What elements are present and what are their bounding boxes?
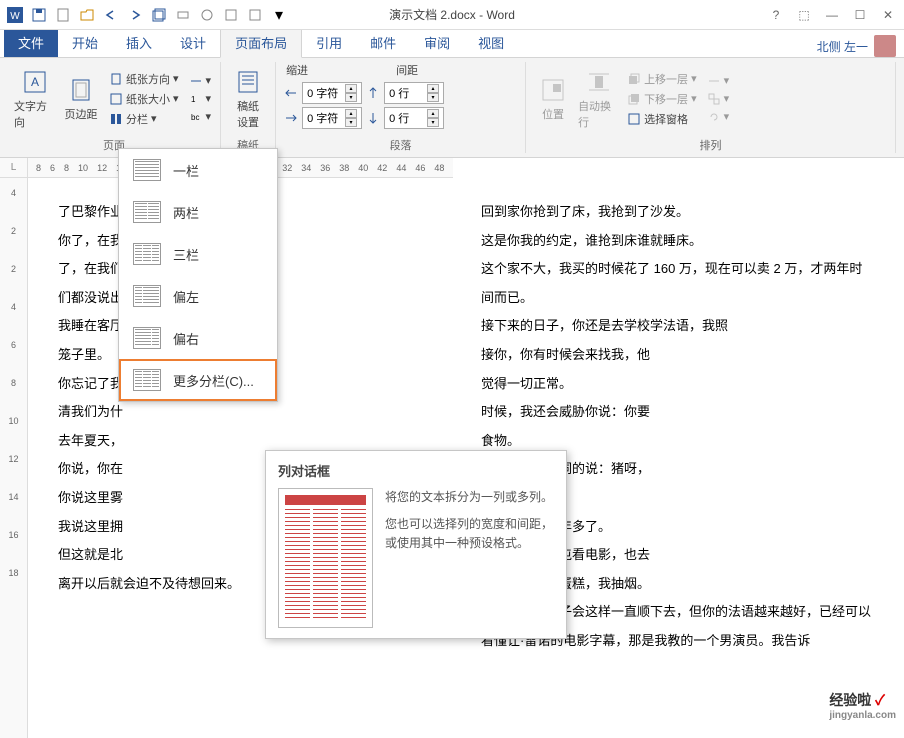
indent-left-input[interactable]: 0 字符▴▾ — [302, 82, 362, 104]
avatar[interactable] — [874, 35, 896, 57]
qat-item2-icon[interactable] — [244, 4, 266, 26]
indent-left-icon — [284, 86, 298, 100]
help-icon[interactable]: ? — [764, 5, 788, 25]
bring-forward-button[interactable]: 上移一层 ▾ — [624, 70, 700, 88]
quick-access-toolbar: W ▾ — [4, 4, 290, 26]
svg-text:W: W — [10, 11, 20, 22]
size-button[interactable]: 纸张大小 ▾ — [106, 90, 182, 108]
tab-view[interactable]: 视图 — [464, 28, 518, 57]
indent-label: 缩进 — [286, 62, 308, 78]
tab-review[interactable]: 审阅 — [410, 28, 464, 57]
spinner-up[interactable]: ▴ — [427, 84, 439, 93]
margins-button[interactable]: 页边距 — [60, 62, 102, 135]
tab-references[interactable]: 引用 — [302, 28, 356, 57]
qat-more-icon[interactable] — [196, 4, 218, 26]
selection-pane-button[interactable]: 选择窗格 — [624, 110, 700, 128]
spacing-before-icon — [366, 86, 380, 100]
ribbon-tabs: 文件 开始 插入 设计 页面布局 引用 邮件 审阅 视图 北侧 左一 — [0, 30, 904, 58]
hyphenation-button[interactable]: bc▾ — [186, 109, 215, 125]
tooltip-preview-icon — [278, 488, 373, 628]
window-controls: ? ⬚ — ☐ ✕ — [764, 5, 900, 25]
tab-home[interactable]: 开始 — [58, 28, 112, 57]
indent-right-icon — [284, 111, 298, 125]
spinner-down[interactable]: ▾ — [427, 118, 439, 127]
group-arrange-label: 排列 — [532, 135, 889, 153]
qat-item-icon[interactable] — [220, 4, 242, 26]
manuscript-button[interactable]: 稿纸 设置 — [227, 62, 269, 135]
qat-customize-icon[interactable]: ▾ — [268, 4, 290, 26]
spinner-down[interactable]: ▾ — [345, 93, 357, 102]
orientation-button[interactable]: 纸张方向 ▾ — [106, 70, 182, 88]
title-bar: W ▾ 演示文档 2.docx - Word ? ⬚ — ☐ ✕ — [0, 0, 904, 30]
svg-text:1: 1 — [191, 95, 196, 104]
indent-right-input[interactable]: 0 字符▴▾ — [302, 107, 362, 129]
wrap-button[interactable]: 自动换行 — [578, 62, 620, 135]
breaks-button[interactable]: ▾ — [186, 73, 215, 89]
document-title: 演示文档 2.docx - Word — [389, 6, 515, 23]
tab-design[interactable]: 设计 — [166, 28, 220, 57]
text-direction-button[interactable]: A 文字方向 — [14, 62, 56, 135]
spinner-up[interactable]: ▴ — [427, 109, 439, 118]
tooltip-text: 将您的文本拆分为一列或多列。 您也可以选择列的宽度和间距，或使用其中一种预设格式… — [385, 488, 554, 628]
undo-icon[interactable] — [100, 4, 122, 26]
spinner-down[interactable]: ▾ — [345, 118, 357, 127]
group-paragraph-label: 段落 — [282, 135, 519, 153]
print-preview-icon[interactable] — [172, 4, 194, 26]
group-button[interactable]: ▾ — [704, 91, 733, 107]
tab-mailings[interactable]: 邮件 — [356, 28, 410, 57]
tab-file[interactable]: 文件 — [4, 28, 58, 57]
vertical-ruler[interactable]: 4224681012141618 — [0, 178, 28, 738]
watermark: 经验啦 ✓ jingyanla.com — [829, 690, 896, 721]
columns-two[interactable]: 两栏 — [119, 191, 277, 233]
position-button[interactable]: 位置 — [532, 62, 574, 135]
ruler-corner: L — [0, 158, 28, 178]
rotate-button[interactable]: ▾ — [704, 109, 733, 125]
spinner-up[interactable]: ▴ — [345, 109, 357, 118]
maximize-icon[interactable]: ☐ — [848, 5, 872, 25]
columns-button[interactable]: 分栏 ▾ — [106, 110, 182, 128]
user-name[interactable]: 北侧 左一 — [817, 38, 868, 55]
columns-three[interactable]: 三栏 — [119, 233, 277, 275]
spacing-after-icon — [366, 111, 380, 125]
close-icon[interactable]: ✕ — [876, 5, 900, 25]
word-icon[interactable]: W — [4, 4, 26, 26]
tab-layout[interactable]: 页面布局 — [220, 27, 302, 58]
columns-one[interactable]: 一栏 — [119, 149, 277, 191]
redo-icon[interactable] — [124, 4, 146, 26]
spacing-before-input[interactable]: 0 行▴▾ — [384, 82, 444, 104]
line-numbers-button[interactable]: 1▾ — [186, 91, 215, 107]
send-backward-button[interactable]: 下移一层 ▾ — [624, 90, 700, 108]
spinner-down[interactable]: ▾ — [427, 93, 439, 102]
columns-tooltip: 列对话框 将您的文本拆分为一列或多列。 您也可以选择列的宽度和间距，或使用其中一… — [265, 450, 567, 639]
spacing-label: 间距 — [396, 62, 418, 78]
columns-more[interactable]: 更多分栏(C)... — [119, 359, 277, 401]
ribbon: A 文字方向 页边距 纸张方向 ▾ 纸张大小 ▾ 分栏 ▾ ▾ 1▾ bc▾ 页… — [0, 58, 904, 158]
ribbon-toggle-icon[interactable]: ⬚ — [792, 5, 816, 25]
spinner-up[interactable]: ▴ — [345, 84, 357, 93]
columns-right[interactable]: 偏右 — [119, 317, 277, 359]
align-button[interactable]: ▾ — [704, 73, 733, 89]
save-icon[interactable] — [28, 4, 50, 26]
svg-text:A: A — [31, 75, 39, 89]
minimize-icon[interactable]: — — [820, 5, 844, 25]
svg-text:bc: bc — [191, 113, 199, 122]
columns-dropdown: 一栏 两栏 三栏 偏左 偏右 更多分栏(C)... — [118, 148, 278, 402]
save-all-icon[interactable] — [148, 4, 170, 26]
new-icon[interactable] — [52, 4, 74, 26]
tab-insert[interactable]: 插入 — [112, 28, 166, 57]
tooltip-title: 列对话框 — [278, 461, 554, 480]
spacing-after-input[interactable]: 0 行▴▾ — [384, 107, 444, 129]
open-icon[interactable] — [76, 4, 98, 26]
columns-left[interactable]: 偏左 — [119, 275, 277, 317]
